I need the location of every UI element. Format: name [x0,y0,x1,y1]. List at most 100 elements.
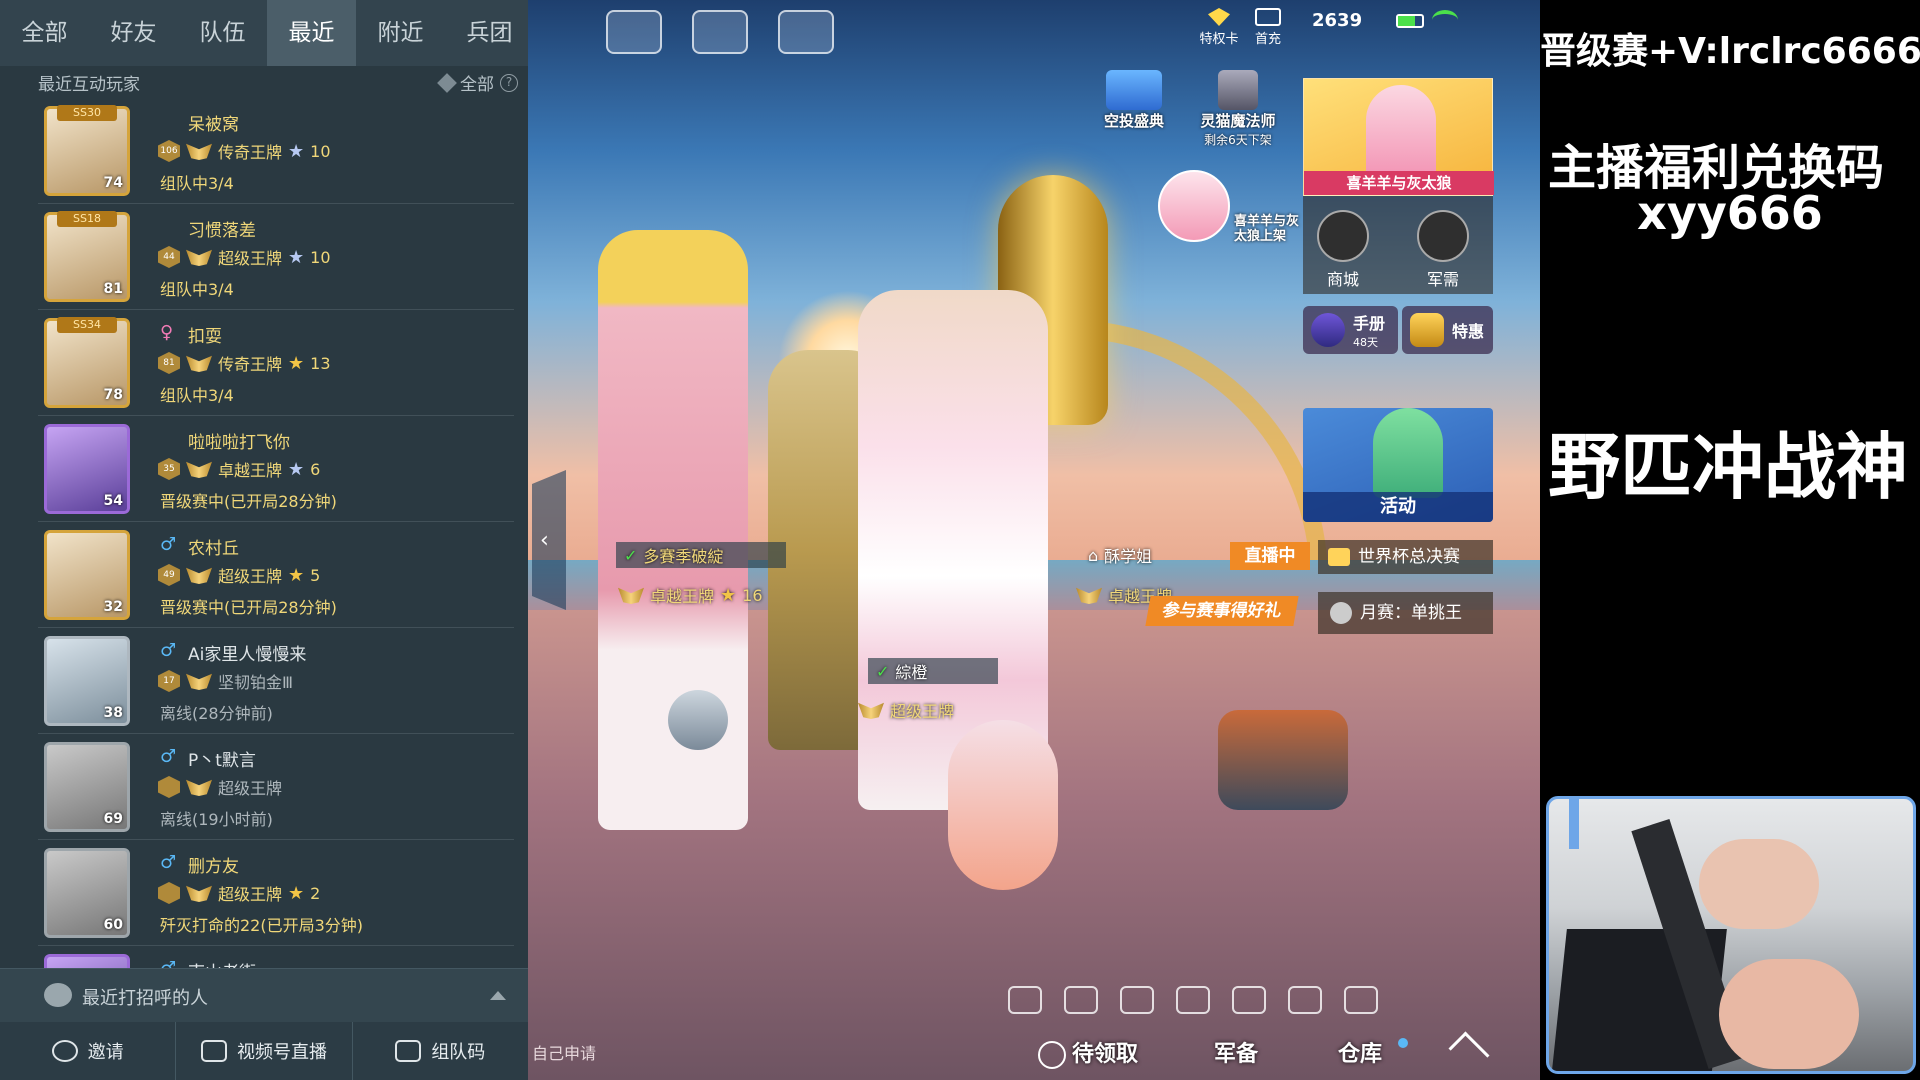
magic-wand-icon[interactable] [1232,986,1266,1014]
male-icon: ♂ [160,958,176,968]
activity-card[interactable]: 活动 [1303,408,1493,522]
player-name: 呆被窝 [188,115,239,135]
avatar[interactable] [44,954,130,968]
privilege-card[interactable]: 特权卡 [1196,8,1242,47]
friends-panel: 全部 好友 队伍 最近 附近 兵团 最近互动玩家 全部 ? SS30 74 呆被窝 1… [0,0,528,1080]
bubble-text: 喜羊羊与灰太狼上架 [1234,214,1300,244]
player1-name-tag[interactable]: ✓ 多賽季破綻 [616,542,786,568]
vehicle-icon[interactable] [1008,986,1042,1014]
list-item[interactable]: 54 啦啦啦打飞你 35 卓越王牌 ★ 6 晋级赛中(已开局28分钟) [38,418,514,522]
player-status: 晋级赛中(已开局28分钟) [160,598,337,617]
activity-character [1373,408,1443,498]
monthly-match-button[interactable]: 月赛：单挑王 [1318,592,1493,634]
rank-wing-icon [186,249,212,266]
video-channel-icon [200,1040,227,1062]
helmet-icon[interactable] [692,10,748,54]
avatar[interactable]: 54 [44,424,130,514]
list-item[interactable]: 69 ♂ P丶t默言 超级王牌 离线(19小时前) [38,736,514,840]
airdrop-promo[interactable]: 空投盛典 [1093,70,1175,131]
wifi-icon [1432,10,1458,30]
avatar[interactable]: 60 [44,848,130,938]
season-tag: SS18 [57,211,117,227]
collapse-panel-button[interactable]: ‹ [532,470,566,610]
tab-friends[interactable]: 好友 [89,0,178,66]
live-button[interactable]: 直播中 [1230,542,1310,570]
invite-label: 邀请 [87,1042,124,1063]
avatar[interactable]: SS30 74 [44,105,130,196]
list-item[interactable]: 38 ♂ Ai家里人慢慢来 17 坚韧铂金Ⅲ 离线(28分钟前) [38,630,514,734]
list-item[interactable]: SS18 81 习惯落差 44 超级王牌 ★ 10 组队中3/4 [38,206,514,310]
player-level: 32 [103,599,123,615]
shop-button[interactable]: 商城 [1313,210,1373,290]
filter-dropdown[interactable]: 全部 ? [437,70,518,95]
rank-wing-icon [1076,587,1102,604]
avatar[interactable]: 38 [44,636,130,726]
player-status: 组队中3/4 [160,174,234,193]
recruit-bar[interactable]: 最近打招呼的人 [0,968,528,1022]
tab-team[interactable]: 队伍 [178,0,267,66]
rank-wing-icon [186,779,212,796]
armory-box-icon [1417,210,1469,262]
event-banner[interactable]: 喜羊羊与灰太狼 [1303,78,1494,196]
star-icon: ★ [288,882,305,904]
player-level: 81 [103,281,123,297]
worldcup-button[interactable]: 世界杯总决赛 [1318,540,1493,574]
chat-icon[interactable] [1064,986,1098,1014]
tab-nearby[interactable]: 附近 [356,0,445,66]
claim-button[interactable]: 待领取 [1038,1036,1138,1069]
shop-label: 商城 [1326,270,1359,289]
coin-balance[interactable]: 2639 [1312,10,1362,31]
handbook-button[interactable]: 手册 48天 [1303,306,1398,354]
shop-bar: 商城 军需 [1303,196,1493,294]
star-icon: ★ [288,458,305,480]
tab-recent[interactable]: 最近 [267,0,356,66]
armory-button[interactable]: 军需 [1413,210,1473,290]
rank-stars: 13 [310,353,331,373]
new-item-bubble[interactable]: 喜羊羊与灰太狼上架 [1158,170,1308,270]
player2-name-tag[interactable]: ✓ 綜橙 [868,658,998,684]
avatar[interactable]: 69 [44,742,130,832]
team-code-label: 组队码 [431,1042,486,1063]
avatar[interactable]: SS34 78 [44,317,130,408]
invite-button[interactable]: 邀请 [0,1022,177,1080]
speaker-icon[interactable] [1120,986,1154,1014]
rank-stars: 2 [310,883,321,903]
banner-title: 喜羊羊与灰太狼 [1304,171,1494,195]
match-gift-banner[interactable]: 参与赛事得好礼 [1145,596,1299,626]
gear-button[interactable]: 军备 [1214,1036,1258,1068]
list-item[interactable]: ♂ 南山老街 [38,948,514,968]
list-item[interactable]: 60 ♂ 删方友 超级王牌 ★ 2 歼灭打命的22(已开局3分钟) [38,842,514,946]
character-pink-uniform[interactable] [598,230,748,830]
video-live-button[interactable]: 视频号直播 [176,1022,353,1080]
emote-icon[interactable] [1288,986,1322,1014]
home-icon[interactable] [606,10,662,54]
fullscreen-icon[interactable] [1344,986,1378,1014]
list-item[interactable]: 32 ♂ 农村丘 49 超级王牌 ★ 5 晋级赛中(已开局28分钟) [38,524,514,628]
tab-all[interactable]: 全部 [0,0,89,66]
list-item[interactable]: SS34 78 ♀ 扣耍 81 传奇王牌 ★ 13 组队中3/4 [38,312,514,416]
planet-icon[interactable] [778,10,834,54]
privilege-label: 特权卡 [1199,32,1239,47]
help-icon[interactable]: ? [500,73,518,92]
webcam-feed [1546,796,1916,1074]
list-item[interactable]: SS30 74 呆被窝 106 传奇王牌 ★ 10 组队中3/4 [38,100,514,204]
warehouse-button[interactable]: 仓库 [1338,1036,1382,1068]
expand-up-icon[interactable] [1448,1031,1490,1073]
avatar[interactable]: SS18 81 [44,211,130,302]
player-list[interactable]: SS30 74 呆被窝 106 传奇王牌 ★ 10 组队中3/4 SS18 81 习惯落差 44 超级王… [0,100,528,968]
microphone-icon[interactable] [1176,986,1210,1014]
rank-stars: 6 [310,459,321,479]
first-charge[interactable]: 首充 [1248,8,1288,47]
mage-promo[interactable]: 灵猫魔法师 剩余6天下架 [1183,70,1293,148]
player3-name-tag[interactable]: ⌂ 酥学姐 [1088,542,1152,568]
list-title: 最近互动玩家 [38,75,140,95]
caret-up-icon[interactable] [490,991,506,1000]
avatar[interactable]: 32 [44,530,130,620]
list-header: 最近互动玩家 全部 ? [38,70,518,96]
tab-corps[interactable]: 兵团 [445,0,528,66]
team-code-button[interactable]: 组队码 [353,1022,528,1080]
player3-name: 酥学姐 [1104,547,1153,566]
airdrop-label: 空投盛典 [1103,112,1164,130]
rank-wing-icon [186,885,212,902]
deal-button[interactable]: 特惠 [1402,306,1493,354]
